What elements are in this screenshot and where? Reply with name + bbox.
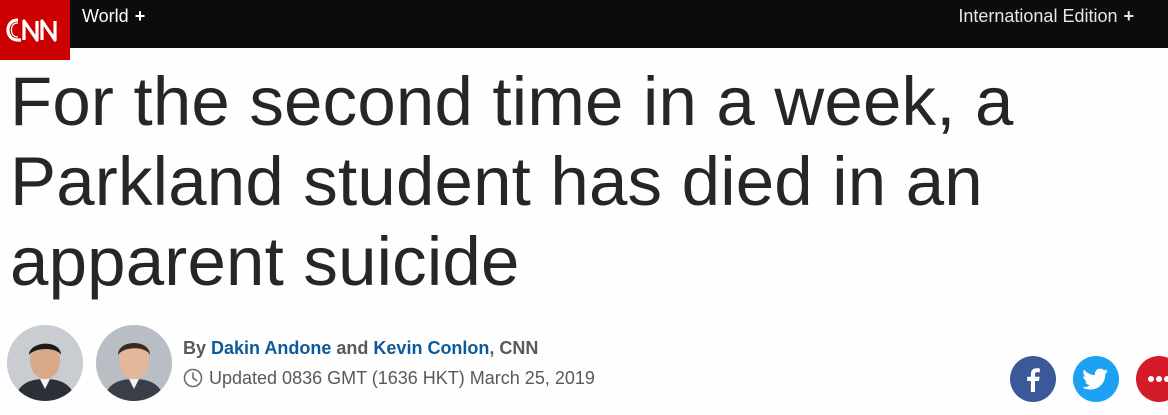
author-avatar-dakin-andone[interactable] bbox=[7, 325, 83, 401]
twitter-icon bbox=[1083, 368, 1108, 390]
cnn-logo-mark bbox=[6, 18, 57, 42]
article-timestamp: Updated 0836 GMT (1636 HKT) March 25, 20… bbox=[183, 367, 595, 389]
clock-icon bbox=[183, 368, 203, 388]
article-headline: For the second time in a week, a Parklan… bbox=[10, 63, 1014, 300]
plus-icon: + bbox=[134, 6, 146, 26]
edition-menu[interactable]: International Edition + bbox=[958, 5, 1134, 27]
share-twitter-button[interactable] bbox=[1073, 356, 1119, 402]
byline-source: , CNN bbox=[489, 338, 539, 358]
author-link-kevin-conlon[interactable]: Kevin Conlon bbox=[373, 338, 489, 358]
cnn-logo[interactable] bbox=[0, 0, 70, 60]
author-link-dakin-andone[interactable]: Dakin Andone bbox=[211, 338, 331, 358]
avatar-photo-icon bbox=[7, 325, 83, 401]
edition-label: International Edition bbox=[958, 6, 1118, 26]
more-icon bbox=[1148, 376, 1168, 382]
section-label: World bbox=[82, 6, 129, 26]
share-facebook-button[interactable] bbox=[1010, 356, 1056, 402]
plus-icon: + bbox=[1123, 6, 1134, 26]
byline-conjunction: and bbox=[336, 338, 369, 358]
author-avatar-kevin-conlon[interactable] bbox=[96, 325, 172, 401]
share-more-button[interactable] bbox=[1136, 356, 1168, 402]
avatar-photo-icon bbox=[96, 325, 172, 401]
updated-text: Updated 0836 GMT (1636 HKT) March 25, 20… bbox=[209, 368, 595, 388]
section-menu-world[interactable]: World + bbox=[82, 5, 145, 27]
facebook-icon bbox=[1027, 368, 1040, 392]
byline-prefix: By bbox=[183, 338, 207, 358]
top-navigation-bar: World + International Edition + bbox=[0, 0, 1168, 60]
article-byline: By Dakin Andone and Kevin Conlon, CNN bbox=[183, 337, 538, 359]
